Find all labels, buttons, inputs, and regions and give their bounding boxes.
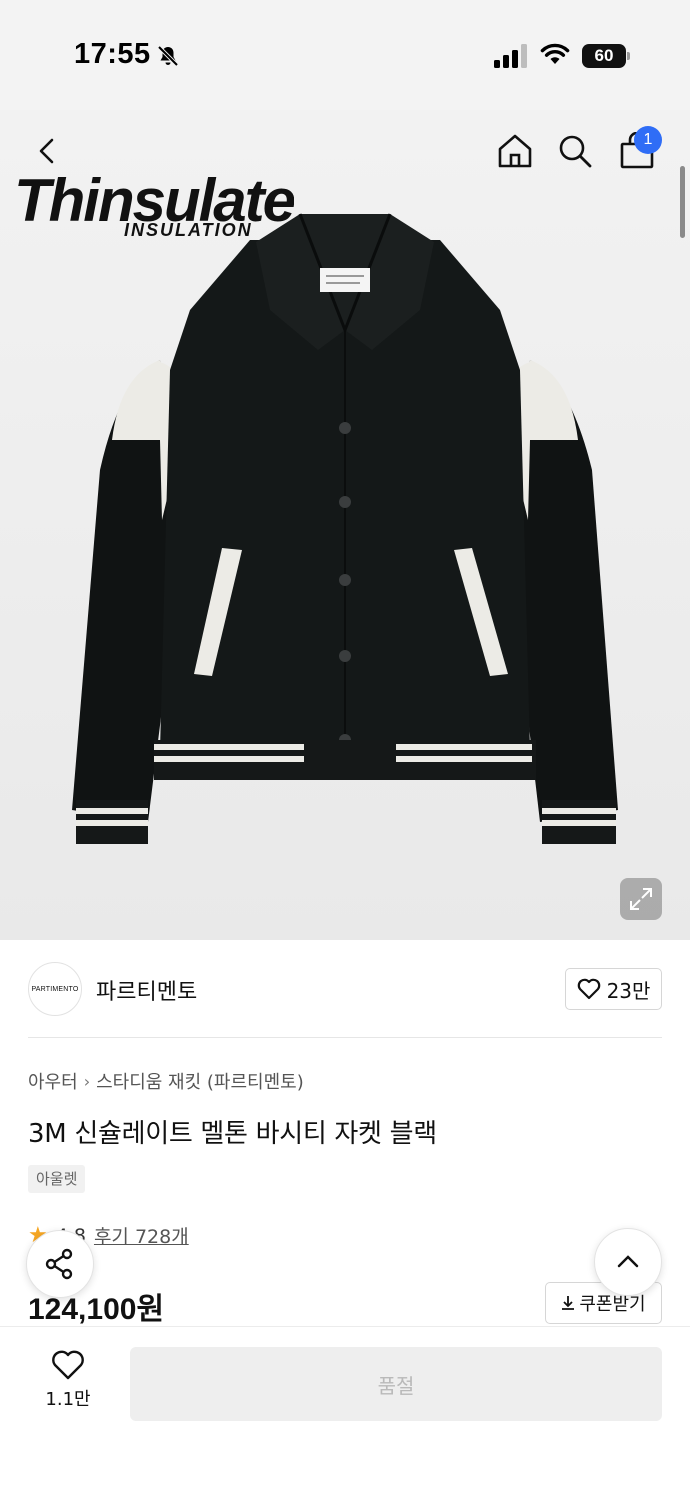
product-image[interactable]: Thinsulate INSULATION 1 [0, 110, 690, 940]
scroll-to-top-button[interactable] [594, 1228, 662, 1296]
home-button[interactable] [492, 128, 538, 174]
share-icon [45, 1248, 73, 1280]
battery-icon: 60 [582, 44, 630, 68]
breadcrumb-subcategory[interactable]: 스타디움 재킷 (파르티멘토) [96, 1068, 304, 1094]
share-button[interactable] [26, 1230, 94, 1298]
breadcrumb-category[interactable]: 아우터 [28, 1068, 78, 1094]
sold-out-button[interactable]: 품절 [130, 1347, 662, 1421]
download-icon [562, 1296, 575, 1310]
home-icon [498, 134, 532, 168]
scrollbar[interactable] [680, 166, 685, 238]
heart-icon [52, 1350, 84, 1380]
cellular-signal-icon [494, 44, 527, 68]
thinsulate-logo: Thinsulate [14, 176, 295, 222]
brand-like-count: 23만 [606, 978, 651, 1003]
outlet-tag: 아울렛 [28, 1165, 86, 1193]
wifi-icon [540, 43, 570, 64]
back-chevron-icon [39, 138, 54, 164]
wishlist-button[interactable]: 1.1만 [36, 1349, 100, 1419]
back-button[interactable] [24, 128, 70, 174]
expand-image-button[interactable] [620, 878, 662, 920]
bottom-action-bar: 1.1만 품절 [0, 1326, 690, 1500]
brand-like-button[interactable]: 23만 [565, 968, 662, 1010]
thinsulate-logo-subtext: INSULATION [124, 220, 253, 240]
bell-slash-icon [157, 45, 179, 67]
brand-name[interactable]: 파르티멘토 [96, 974, 197, 1006]
battery-level: 60 [594, 46, 614, 65]
jacket-photo [72, 213, 618, 844]
divider [28, 1037, 662, 1038]
brand-row[interactable]: PARTIMENTO 파르티멘토 23만 [0, 940, 690, 1038]
cart-count-badge: 1 [634, 126, 662, 154]
product-title: 3M 신슐레이트 멜톤 바시티 자켓 블랙 [28, 1119, 437, 1149]
status-bar: 17:55 60 [0, 0, 690, 110]
status-time: 17:55 [74, 38, 151, 70]
chevron-up-icon [617, 1255, 639, 1268]
expand-icon [630, 888, 652, 910]
chevron-right-icon: › [83, 1071, 91, 1091]
brand-avatar[interactable]: PARTIMENTO [28, 962, 82, 1016]
reviews-link[interactable]: 후기 728개 [94, 1222, 189, 1249]
heart-icon [577, 978, 600, 1000]
wishlist-count: 1.1만 [45, 1389, 91, 1410]
search-button[interactable] [552, 128, 598, 174]
breadcrumb: 아우터 › 스타디움 재킷 (파르티멘토) [28, 1068, 304, 1094]
search-icon [559, 135, 592, 168]
